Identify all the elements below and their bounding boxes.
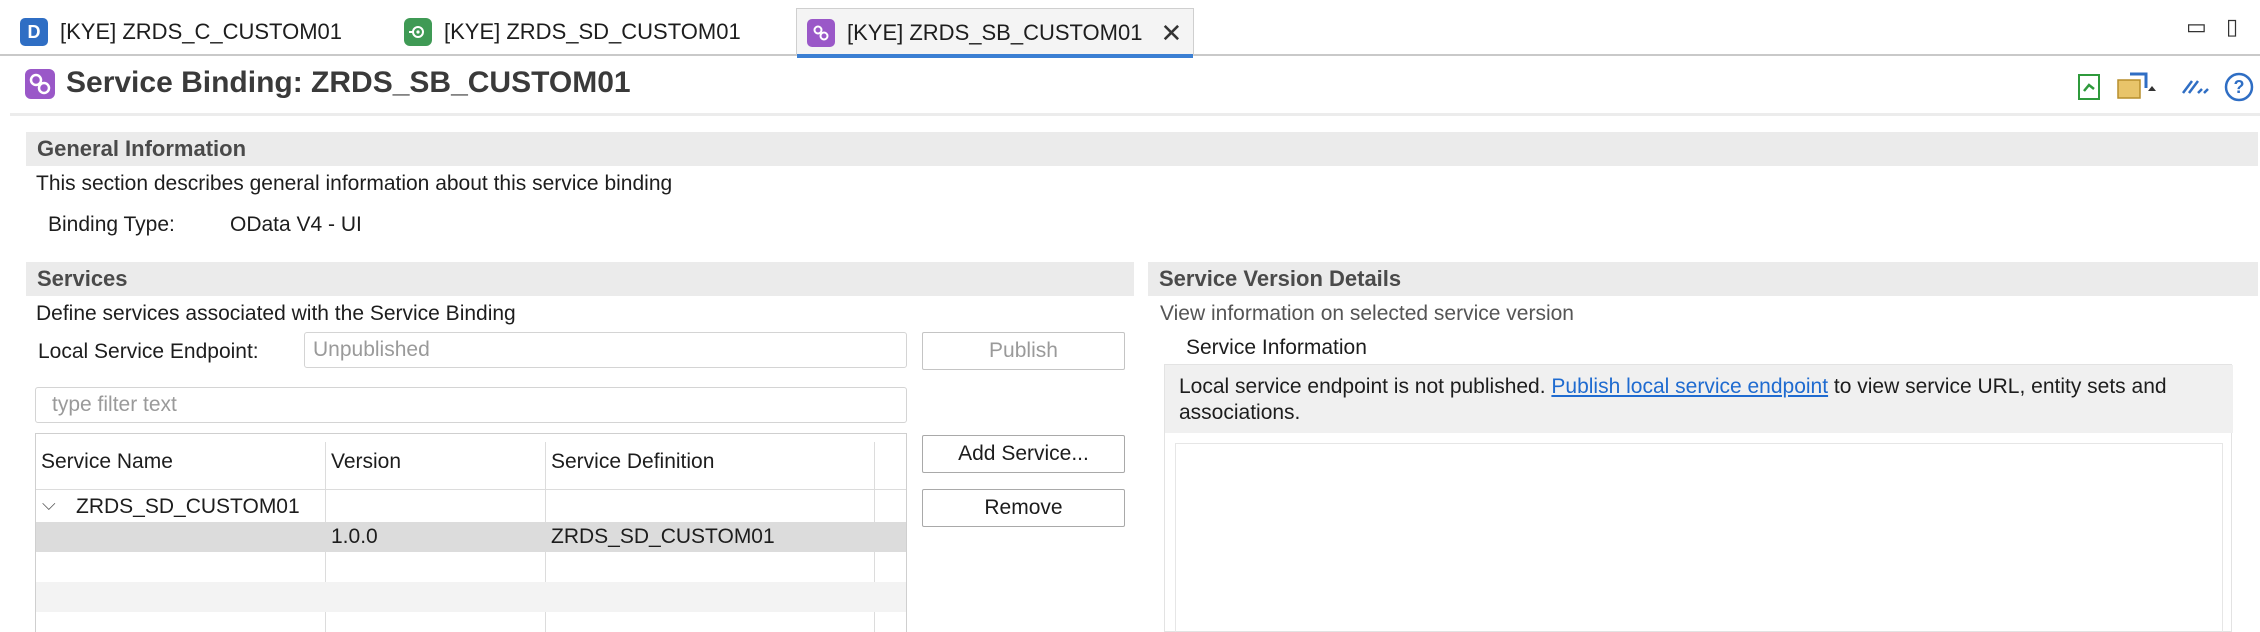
page-title: Service Binding: ZRDS_SB_CUSTOM01 (66, 66, 631, 99)
general-information-header: General Information (26, 132, 2258, 166)
tab-label: [KYE] ZRDS_SB_CUSTOM01 (847, 19, 1143, 45)
table-row (36, 552, 906, 582)
tab-label: [KYE] ZRDS_C_CUSTOM01 (60, 19, 343, 44)
editor-header: Service Binding: ZRDS_SB_CUSTOM01 ? (10, 58, 2260, 116)
link-icon[interactable] (2180, 72, 2210, 102)
table-row (36, 612, 906, 632)
refresh-icon[interactable] (2074, 72, 2104, 102)
service-binding-icon (25, 69, 55, 99)
close-icon[interactable]: ✕ (1160, 20, 1182, 46)
table-row (36, 582, 906, 612)
publish-button[interactable]: Publish (922, 332, 1125, 370)
add-service-button[interactable]: Add Service... (922, 435, 1125, 473)
share-icon[interactable] (2116, 72, 2160, 102)
table-header: Service Name Version Service Definition (36, 434, 906, 490)
version-cell: 1.0.0 (331, 525, 378, 548)
binding-type-value: OData V4 - UI (230, 213, 362, 236)
tab-label: [KYE] ZRDS_SD_CUSTOM01 (444, 19, 741, 44)
service-information-content (1175, 443, 2223, 632)
filter-input[interactable]: type filter text (35, 387, 907, 423)
services-table: Service Name Version Service Definition … (35, 433, 907, 632)
table-row[interactable]: ⌵ ZRDS_SD_CUSTOM01 (36, 492, 906, 522)
column-header-version[interactable]: Version (331, 450, 401, 474)
svg-text:?: ? (2234, 77, 2245, 97)
publish-notice: Local service endpoint is not published.… (1165, 365, 2233, 433)
tab-zrds-sd-custom01[interactable]: [KYE] ZRDS_SD_CUSTOM01 (404, 8, 741, 56)
local-service-endpoint-label: Local Service Endpoint: (38, 340, 259, 363)
services-description: Define services associated with the Serv… (36, 302, 516, 325)
editor-tab-bar: D [KYE] ZRDS_C_CUSTOM01 [KYE] ZRDS_SD_CU… (0, 0, 2260, 58)
table-row[interactable]: 1.0.0 ZRDS_SD_CUSTOM01 (36, 522, 906, 552)
general-information-description: This section describes general informati… (36, 172, 673, 195)
publish-notice-text: Local service endpoint is not published. (1179, 375, 1552, 398)
service-version-details-header: Service Version Details (1148, 262, 2258, 296)
data-definition-icon: D (20, 18, 48, 46)
service-binding-icon (807, 18, 835, 47)
chevron-down-icon[interactable]: ⌵ (42, 494, 56, 515)
help-icon[interactable]: ? (2224, 72, 2254, 102)
services-header: Services (26, 262, 1134, 296)
service-information-heading: Service Information (1186, 336, 1367, 359)
local-service-endpoint-field: Unpublished (304, 332, 907, 368)
binding-type-label: Binding Type: (48, 213, 175, 236)
service-definition-cell: ZRDS_SD_CUSTOM01 (551, 525, 775, 548)
column-header-service-name[interactable]: Service Name (41, 450, 173, 474)
service-name-cell: ZRDS_SD_CUSTOM01 (76, 495, 300, 518)
maximize-icon[interactable]: ▯ (2226, 14, 2238, 40)
publish-local-service-endpoint-link[interactable]: Publish local service endpoint (1551, 375, 1828, 398)
tab-zrds-c-custom01[interactable]: D [KYE] ZRDS_C_CUSTOM01 (20, 8, 342, 56)
service-version-details-description: View information on selected service ver… (1160, 302, 1574, 325)
service-information-panel: Local service endpoint is not published.… (1164, 364, 2233, 632)
column-header-service-definition[interactable]: Service Definition (551, 450, 714, 474)
remove-button[interactable]: Remove (922, 489, 1125, 527)
minimize-icon[interactable]: ▭ (2186, 14, 2207, 40)
tab-zrds-sb-custom01[interactable]: [KYE] ZRDS_SB_CUSTOM01 ✕ (796, 8, 1194, 58)
service-definition-icon (404, 18, 432, 46)
